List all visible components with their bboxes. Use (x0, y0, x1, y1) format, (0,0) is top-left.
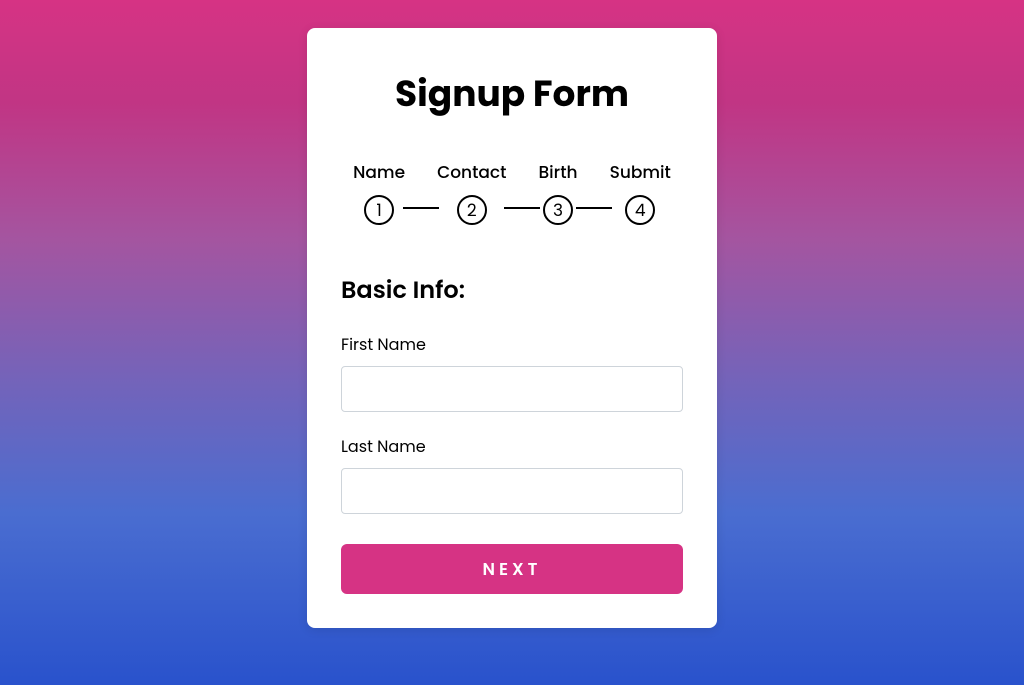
step-label: Name (353, 159, 405, 185)
step-birth: Birth 3 (538, 159, 577, 225)
first-name-label: First Name (341, 332, 683, 357)
step-circle: 2 (457, 195, 487, 225)
first-name-input[interactable] (341, 366, 683, 412)
step-connector (403, 207, 439, 209)
step-label: Contact (437, 159, 506, 185)
last-name-label: Last Name (341, 434, 683, 459)
step-circle: 4 (625, 195, 655, 225)
signup-card: Signup Form Name 1 Contact 2 Birth 3 Sub… (307, 28, 717, 628)
step-submit: Submit 4 (610, 159, 671, 225)
step-contact: Contact 2 (437, 159, 506, 225)
step-connector (576, 207, 612, 209)
step-name: Name 1 (353, 159, 405, 225)
step-circle: 1 (364, 195, 394, 225)
step-circle: 3 (543, 195, 573, 225)
last-name-input[interactable] (341, 468, 683, 514)
next-button[interactable]: NEXT (341, 544, 683, 594)
step-label: Birth (538, 159, 577, 185)
last-name-field-group: Last Name (341, 434, 683, 514)
step-label: Submit (610, 159, 671, 185)
step-connector (504, 207, 540, 209)
page-title: Signup Form (341, 66, 683, 121)
progress-stepper: Name 1 Contact 2 Birth 3 Submit 4 (341, 159, 683, 225)
first-name-field-group: First Name (341, 332, 683, 412)
section-title: Basic Info: (341, 273, 683, 308)
